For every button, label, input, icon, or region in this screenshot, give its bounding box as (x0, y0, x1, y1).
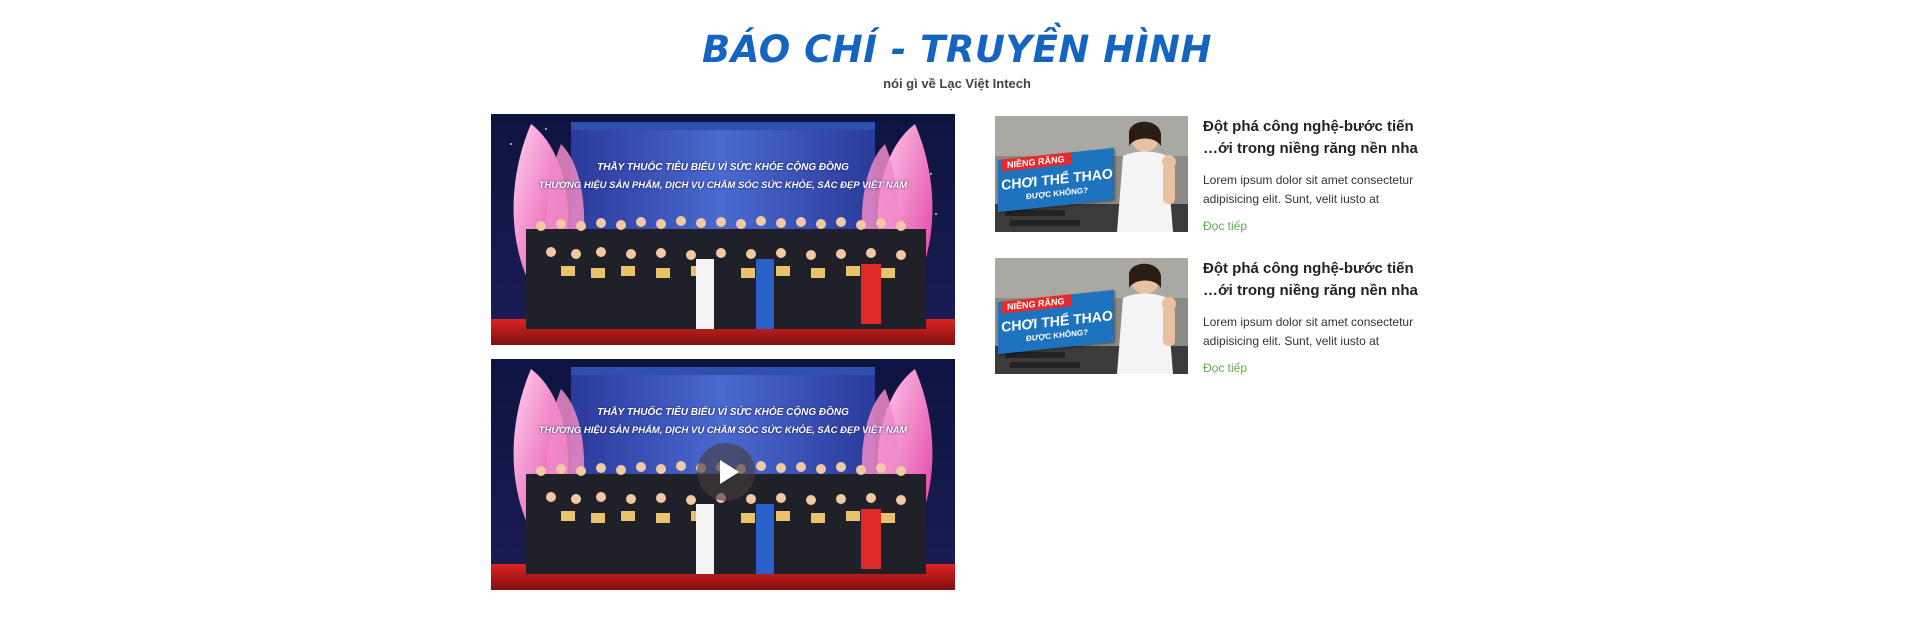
news-excerpt-line-2: adipisicing elit. Sunt, velit iusto at (1203, 334, 1380, 348)
press-section: BÁO CHÍ - TRUYỀN HÌNH nói gì về Lạc Việt… (0, 0, 1914, 617)
section-subtitle: nói gì về Lạc Việt Intech (883, 76, 1031, 91)
news-title-line-2: …ới trong niềng răng nền nha (1203, 140, 1418, 157)
news-excerpt-line-1: Lorem ipsum dolor sit amet consectetur (1203, 173, 1414, 187)
news-title[interactable]: Đột phá công nghệ-bước tiến …ới trong ni… (1203, 116, 1443, 160)
banner-line-2: Thương hiệu sản phẩm, dịch vụ chăm sóc s… (538, 180, 908, 191)
news-excerpt: Lorem ipsum dolor sit amet consectetur a… (1203, 171, 1443, 209)
banner-line-1: Thầy thuốc tiêu biểu vì sức khỏe cộng đồ… (597, 162, 849, 173)
banner-line-2: Thương hiệu sản phẩm, dịch vụ chăm sóc s… (538, 425, 908, 436)
banner-line-1: Thầy thuốc tiêu biểu vì sức khỏe cộng đồ… (597, 407, 849, 418)
news-item: NIỀNG RĂNG CHƠI THỂ THAO ĐƯỢC KHÔNG? Đột… (995, 258, 1455, 376)
play-button[interactable] (697, 443, 755, 501)
news-thumbnail[interactable]: NIỀNG RĂNG CHƠI THỂ THAO ĐƯỢC KHÔNG? (995, 116, 1188, 232)
event-video-card[interactable]: Thầy thuốc tiêu biểu vì sức khỏe cộng đồ… (491, 359, 955, 590)
news-excerpt: Lorem ipsum dolor sit amet consectetur a… (1203, 313, 1443, 351)
read-more-link[interactable]: Đọc tiếp (1203, 219, 1247, 233)
news-title[interactable]: Đột phá công nghệ-bước tiến …ới trong ni… (1203, 258, 1443, 302)
news-title-line-1: Đột phá công nghệ-bước tiến (1203, 260, 1414, 277)
section-title: BÁO CHÍ - TRUYỀN HÌNH (702, 28, 1212, 71)
news-excerpt-line-2: adipisicing elit. Sunt, velit iusto at (1203, 192, 1380, 206)
news-excerpt-line-1: Lorem ipsum dolor sit amet consectetur (1203, 315, 1414, 329)
news-title-line-1: Đột phá công nghệ-bước tiến (1203, 118, 1414, 135)
news-item: NIỀNG RĂNG CHƠI THỂ THAO ĐƯỢC KHÔNG? Đột… (995, 116, 1455, 234)
read-more-link[interactable]: Đọc tiếp (1203, 361, 1247, 375)
news-thumbnail[interactable]: NIỀNG RĂNG CHƠI THỂ THAO ĐƯỢC KHÔNG? (995, 258, 1188, 374)
news-title-line-2: …ới trong niềng răng nền nha (1203, 282, 1418, 299)
event-photo (491, 114, 955, 345)
event-photo-card[interactable]: Thầy thuốc tiêu biểu vì sức khỏe cộng đồ… (491, 114, 955, 345)
play-icon (720, 460, 739, 484)
